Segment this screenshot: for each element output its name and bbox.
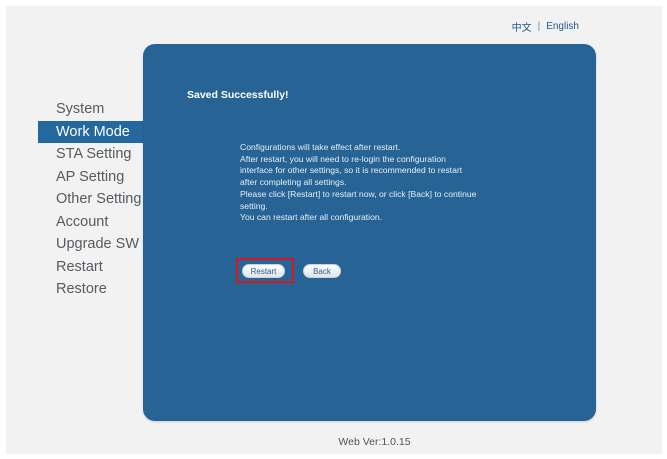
language-switcher: 中文 | English: [512, 19, 579, 34]
message-line: interface for other settings, so it is r…: [240, 165, 463, 176]
language-separator: |: [537, 21, 541, 32]
sidebar-item-account[interactable]: Account: [38, 211, 146, 234]
sidebar-item-restore[interactable]: Restore: [38, 278, 146, 301]
message-line: Configurations will take effect after re…: [240, 142, 401, 152]
sidebar-item-restart[interactable]: Restart: [38, 256, 146, 279]
sidebar-menu: System Work Mode STA Setting AP Setting …: [38, 98, 146, 301]
content-panel: Saved Successfully! Configurations will …: [143, 44, 596, 421]
message-line: You can restart after all configuration.: [240, 212, 383, 223]
sidebar-item-other-setting[interactable]: Other Setting: [38, 188, 146, 211]
sidebar-item-sta-setting[interactable]: STA Setting: [38, 143, 146, 166]
restart-button[interactable]: Restart: [242, 264, 285, 278]
language-english-link[interactable]: English: [546, 21, 579, 32]
back-button[interactable]: Back: [303, 264, 341, 278]
saved-success-title: Saved Successfully!: [187, 89, 289, 101]
restart-message: Configurations will take effect after re…: [240, 142, 520, 224]
sidebar-item-upgrade-sw[interactable]: Upgrade SW: [38, 233, 146, 256]
message-line: setting.: [240, 200, 268, 211]
message-line: After restart, you will need to re-login…: [240, 153, 446, 164]
web-version: Web Ver:1.0.15: [338, 436, 411, 448]
message-line: Please click [Restart] to restart now, o…: [240, 188, 477, 199]
sidebar-item-ap-setting[interactable]: AP Setting: [38, 166, 146, 189]
language-chinese-link[interactable]: 中文: [512, 19, 532, 34]
sidebar-item-system[interactable]: System: [38, 98, 146, 121]
sidebar-item-work-mode[interactable]: Work Mode: [38, 120, 146, 143]
message-line: after completing all settings.: [240, 177, 347, 188]
